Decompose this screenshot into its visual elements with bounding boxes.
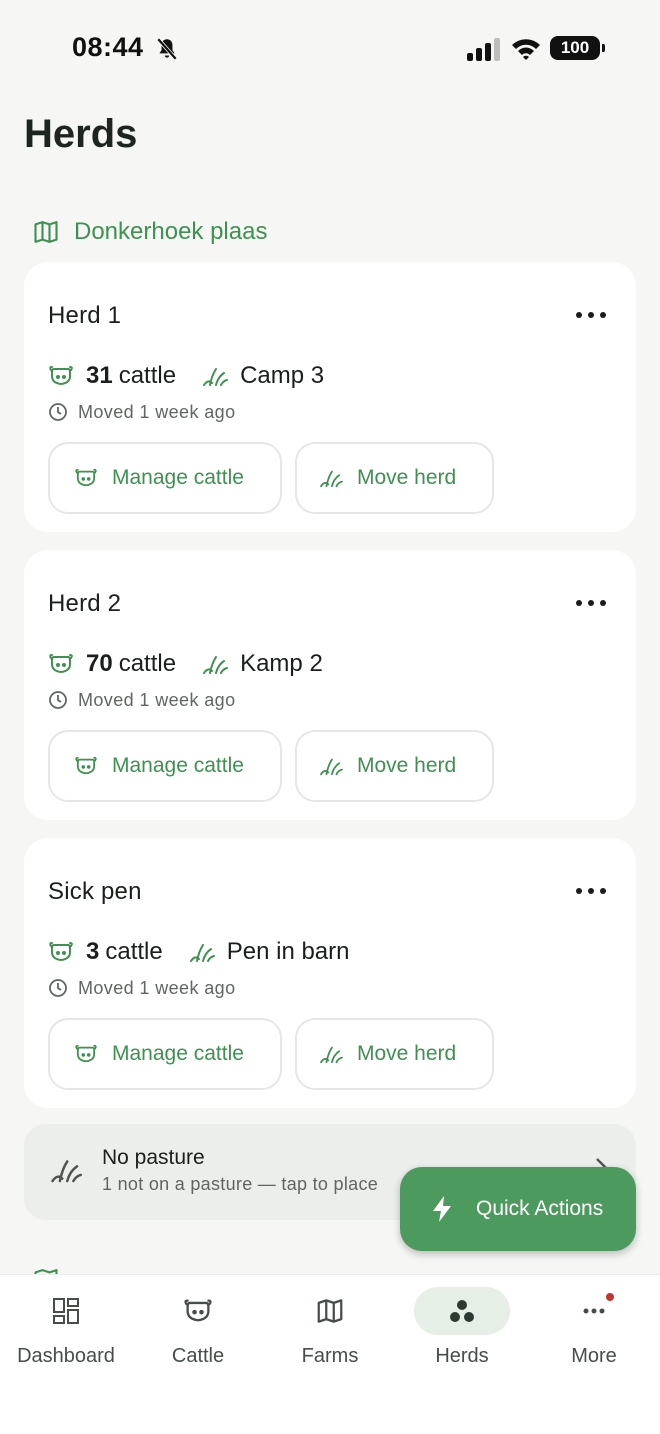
herd-card[interactable]: Herd 2 70 cattle Kamp 2 Moved 1 week ago…: [24, 550, 636, 820]
manage-cattle-label: Manage cattle: [112, 754, 244, 777]
grass-icon: [320, 758, 343, 776]
manage-cattle-button[interactable]: Manage cattle: [48, 730, 282, 802]
cattle-count: 70: [86, 650, 113, 677]
cattle-unit: cattle: [118, 362, 177, 389]
herd-stats: 3 cattle Pen in barn: [48, 936, 350, 968]
move-herd-label: Move herd: [357, 1042, 457, 1065]
cow-icon: [49, 366, 73, 386]
clock-icon: [49, 691, 67, 709]
move-herd-button[interactable]: Move herd: [295, 1018, 494, 1090]
cattle-unit: cattle: [118, 650, 177, 677]
grass-icon: [203, 656, 229, 674]
last-moved-text: Moved 1 week ago: [78, 977, 236, 998]
cow-icon: [184, 1299, 212, 1322]
herd-name: Herd 2: [48, 590, 122, 617]
move-herd-button[interactable]: Move herd: [295, 442, 494, 514]
wifi-icon: [512, 39, 540, 60]
no-pasture-title: No pasture: [102, 1146, 205, 1169]
status-bar: 08:44 100: [0, 0, 660, 96]
last-moved: Moved 1 week ago: [48, 400, 236, 424]
nav-item-cattle[interactable]: Cattle: [132, 1287, 264, 1387]
cattle-count: 3: [86, 938, 100, 965]
clock-icon: [49, 979, 67, 997]
nav-item-dashboard[interactable]: Dashboard: [0, 1287, 132, 1387]
herd-card[interactable]: Sick pen 3 cattle Pen in barn Moved 1 we…: [24, 838, 636, 1108]
manage-cattle-label: Manage cattle: [112, 1042, 244, 1065]
nav-item-farms[interactable]: Farms: [264, 1287, 396, 1387]
manage-cattle-label: Manage cattle: [112, 466, 244, 489]
more-options-button[interactable]: [576, 300, 606, 330]
cellular-signal-icon: [467, 38, 500, 61]
herd-stats: 70 cattle Kamp 2: [48, 648, 323, 680]
clock-icon: [49, 403, 67, 421]
herd-name: Herd 1: [48, 302, 122, 329]
grass-icon: [203, 368, 229, 386]
grass-icon: [320, 470, 343, 488]
battery-indicator: 100: [550, 36, 605, 60]
move-herd-button[interactable]: Move herd: [295, 730, 494, 802]
cattle-unit: cattle: [105, 938, 163, 965]
cow-icon: [49, 942, 73, 962]
grass-icon: [320, 1046, 343, 1064]
bell-off-icon: [156, 37, 178, 61]
cow-icon: [49, 654, 73, 674]
nav-label: More: [571, 1345, 617, 1367]
more-options-button[interactable]: [576, 876, 606, 906]
herd-stats: 31 cattle Camp 3: [48, 360, 324, 392]
nav-label: Farms: [301, 1345, 359, 1367]
manage-cattle-button[interactable]: Manage cattle: [48, 1018, 282, 1090]
nav-item-more[interactable]: More: [528, 1287, 660, 1387]
farm-name: Donkerhoek plaas: [74, 218, 268, 245]
status-time: 08:44: [72, 32, 144, 62]
map-icon: [34, 221, 58, 243]
dashboard-icon: [53, 1298, 79, 1324]
notification-badge: [606, 1293, 614, 1301]
cattle-count: 31: [86, 362, 113, 389]
nav-item-herds[interactable]: Herds: [396, 1287, 528, 1387]
last-moved-text: Moved 1 week ago: [78, 689, 236, 710]
herd-name: Sick pen: [48, 878, 142, 905]
grass-icon: [189, 944, 215, 962]
map-icon: [317, 1299, 343, 1323]
grass-icon: [51, 1160, 82, 1183]
last-moved: Moved 1 week ago: [48, 976, 236, 1000]
move-herd-label: Move herd: [357, 754, 457, 777]
farm-header[interactable]: Donkerhoek plaas: [32, 216, 267, 248]
last-moved-text: Moved 1 week ago: [78, 401, 236, 422]
page-title: Herds: [24, 112, 138, 156]
herd-location: Kamp 2: [240, 650, 323, 677]
herds-icon: [450, 1300, 474, 1322]
cow-icon: [75, 756, 97, 775]
nav-label: Cattle: [171, 1345, 225, 1367]
quick-actions-label: Quick Actions: [476, 1197, 604, 1220]
more-icon: [583, 1308, 605, 1314]
cow-icon: [75, 468, 97, 487]
herd-card[interactable]: Herd 1 31 cattle Camp 3 Moved 1 week ago…: [24, 262, 636, 532]
quick-actions-button[interactable]: Quick Actions: [400, 1167, 636, 1251]
more-options-button[interactable]: [576, 588, 606, 618]
manage-cattle-button[interactable]: Manage cattle: [48, 442, 282, 514]
nav-label: Herds: [435, 1345, 489, 1367]
herd-location: Pen in barn: [226, 938, 350, 965]
move-herd-label: Move herd: [357, 466, 457, 489]
cow-icon: [75, 1044, 97, 1063]
nav-label: Dashboard: [17, 1345, 115, 1367]
herd-location: Camp 3: [240, 362, 325, 389]
last-moved: Moved 1 week ago: [48, 688, 236, 712]
lightning-icon: [433, 1196, 451, 1222]
bottom-navigation: Dashboard Cattle Farms Herds More: [0, 1274, 660, 1434]
no-pasture-subtitle: 1 not on a pasture — tap to place: [102, 1174, 379, 1194]
